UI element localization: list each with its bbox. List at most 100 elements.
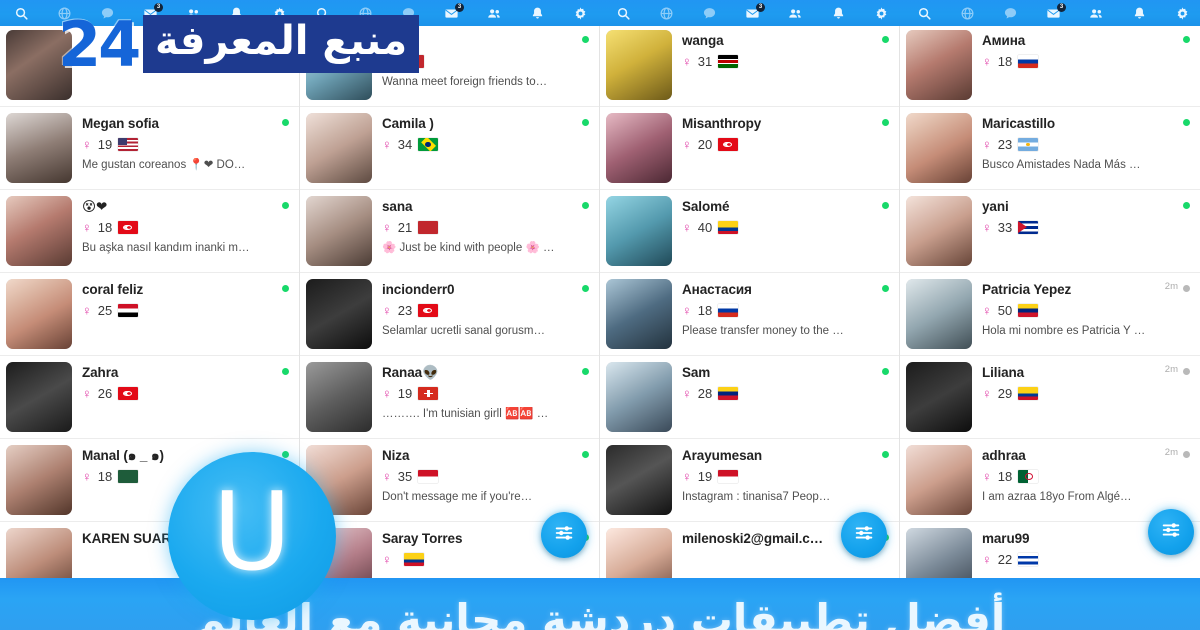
avatar[interactable] — [6, 113, 72, 183]
user-list-item[interactable]: Misanthropy ♀ 20 — [600, 107, 899, 190]
country-flag-icon — [1018, 553, 1039, 566]
user-list-item[interactable]: Zahra ♀ 26 — [0, 356, 299, 439]
user-list-item[interactable]: Camila ) ♀ 34 — [300, 107, 599, 190]
status-indicator — [582, 119, 589, 126]
avatar[interactable] — [906, 445, 972, 515]
avatar[interactable] — [606, 30, 672, 100]
user-age: 50 — [997, 303, 1013, 318]
avatar[interactable] — [906, 113, 972, 183]
people-icon[interactable] — [473, 0, 516, 26]
user-info: Salomé ♀ 40 — [672, 196, 891, 266]
last-seen-label: 2m — [1164, 447, 1178, 458]
status-indicator — [882, 451, 889, 458]
user-age: 18 — [997, 469, 1013, 484]
user-list-item[interactable]: Liliana ♀ 29 2m — [900, 356, 1200, 439]
user-list-item[interactable]: incionderr0 ♀ 23 Selamlar ucretli sanal gor… — [300, 273, 599, 356]
avatar[interactable] — [606, 279, 672, 349]
user-info: Megan sofia ♀ 19 Me gustan coreanos 📍❤ DO… — [72, 113, 291, 183]
chat-bubble-icon[interactable] — [989, 0, 1032, 26]
user-list-item[interactable]: Амина ♀ 18 — [900, 24, 1200, 107]
avatar[interactable] — [906, 196, 972, 266]
avatar[interactable] — [906, 362, 972, 432]
gear-icon[interactable] — [559, 0, 602, 26]
avatar-photo — [306, 362, 372, 432]
user-age: 34 — [397, 137, 413, 152]
user-name: Patricia Yepez — [982, 282, 1072, 297]
status-indicator — [282, 368, 289, 375]
chat-bubble-icon[interactable] — [688, 0, 731, 26]
avatar[interactable] — [306, 113, 372, 183]
user-list-item[interactable]: Niza ♀ 35 Don't message me if you're… — [300, 439, 599, 522]
user-list-item[interactable]: Анастасия ♀ 18 Please transfer money to the… — [600, 273, 899, 356]
user-age: 22 — [997, 552, 1013, 567]
status-indicator — [282, 285, 289, 292]
avatar[interactable] — [6, 279, 72, 349]
app-circle-logo: U — [168, 452, 336, 620]
filter-fab-col3[interactable] — [841, 512, 887, 558]
female-gender-icon: ♀ — [982, 303, 992, 318]
avatar-photo — [6, 445, 72, 515]
user-list-item[interactable]: yani ♀ 33 — [900, 190, 1200, 273]
avatar[interactable] — [306, 196, 372, 266]
search-icon[interactable] — [903, 0, 946, 26]
user-name: incionderr0 — [382, 282, 455, 297]
people-icon[interactable] — [1075, 0, 1118, 26]
globe-icon[interactable] — [946, 0, 989, 26]
avatar[interactable] — [906, 30, 972, 100]
country-flag-icon — [418, 221, 439, 234]
user-list-item[interactable]: wanga ♀ 31 — [600, 24, 899, 107]
search-icon[interactable] — [602, 0, 645, 26]
user-bio: Please transfer money to the … — [682, 325, 844, 337]
user-list-item[interactable]: Ranaa👽 ♀ 19 ………. I'm tunisian girll 🆎🆎 … — [300, 356, 599, 439]
search-icon[interactable] — [0, 0, 43, 26]
avatar[interactable] — [306, 279, 372, 349]
mail-icon[interactable]: 3 — [1032, 0, 1075, 26]
avatar[interactable] — [906, 279, 972, 349]
user-age: 19 — [397, 386, 413, 401]
globe-icon[interactable] — [645, 0, 688, 26]
avatar[interactable] — [6, 445, 72, 515]
user-name: yani — [982, 199, 1009, 214]
user-list-item[interactable]: Megan sofia ♀ 19 Me gustan coreanos 📍❤ DO… — [0, 107, 299, 190]
user-info: sana ♀ 21 🌸 Just be kind with people 🌸 … — [372, 196, 591, 266]
gear-icon[interactable] — [860, 0, 903, 26]
user-list-item[interactable]: Patricia Yepez ♀ 50 Hola mi nombre es Patri… — [900, 273, 1200, 356]
user-info: Liliana ♀ 29 — [972, 362, 1192, 432]
column-3: wanga ♀ 31 Misanthropy ♀ 20 Salomé ♀ 40 Анастасия… — [600, 24, 900, 590]
user-age: 18 — [97, 220, 113, 235]
people-icon[interactable] — [774, 0, 817, 26]
user-list-item[interactable]: Sam ♀ 28 — [600, 356, 899, 439]
user-list-item[interactable]: Salomé ♀ 40 — [600, 190, 899, 273]
avatar[interactable] — [606, 196, 672, 266]
mail-icon[interactable]: 3 — [430, 0, 473, 26]
avatar[interactable] — [306, 362, 372, 432]
avatar[interactable] — [6, 362, 72, 432]
user-list-item[interactable]: Maricastillo ♀ 23 Busco Amistades Nada Más … — [900, 107, 1200, 190]
filter-fab-col2[interactable] — [541, 512, 587, 558]
avatar[interactable] — [606, 362, 672, 432]
avatar[interactable] — [6, 196, 72, 266]
user-bio: Bu aşka nasıl kandım inanki m… — [82, 242, 250, 254]
female-gender-icon: ♀ — [382, 386, 392, 401]
user-info: coral feliz ♀ 25 — [72, 279, 291, 349]
user-list-item[interactable]: 😵❤ ♀ 18 Bu aşka nasıl kandım inanki m… — [0, 190, 299, 273]
bell-icon[interactable] — [1118, 0, 1161, 26]
user-list-item[interactable]: sana ♀ 21 🌸 Just be kind with people 🌸 … — [300, 190, 599, 273]
filter-fab-col4[interactable] — [1148, 509, 1194, 555]
bell-icon[interactable] — [516, 0, 559, 26]
avatar[interactable] — [606, 113, 672, 183]
mail-icon[interactable]: 3 — [731, 0, 774, 26]
female-gender-icon: ♀ — [682, 54, 692, 69]
bell-icon[interactable] — [817, 0, 860, 26]
avatar-photo — [606, 279, 672, 349]
female-gender-icon: ♀ — [682, 303, 692, 318]
avatar[interactable] — [606, 445, 672, 515]
status-indicator — [282, 202, 289, 209]
female-gender-icon: ♀ — [982, 220, 992, 235]
user-list-item[interactable]: coral feliz ♀ 25 — [0, 273, 299, 356]
gear-icon[interactable] — [1161, 0, 1200, 26]
user-list-item[interactable]: Arayumesan ♀ 19 Instagram : tinanisa7 Peop… — [600, 439, 899, 522]
user-bio: Hola mi nombre es Patricia Y … — [982, 325, 1146, 337]
user-meta: ♀ 19 — [82, 136, 291, 153]
user-list-item[interactable]: adhraa ♀ 18 I am azraa 18yo From Algé… 2m — [900, 439, 1200, 522]
